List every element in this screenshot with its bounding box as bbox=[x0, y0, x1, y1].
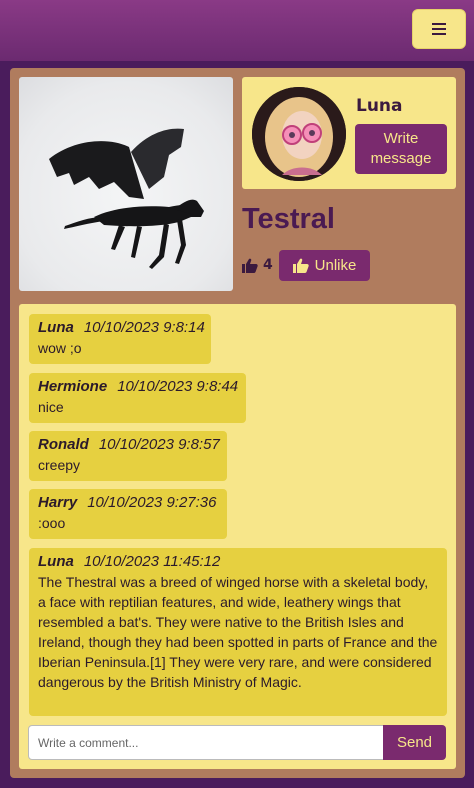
hamburger-icon bbox=[432, 23, 446, 35]
write-message-button[interactable]: Write message bbox=[355, 124, 447, 174]
comment-author[interactable]: Ronald bbox=[38, 436, 89, 453]
comment-author[interactable]: Luna bbox=[38, 553, 74, 570]
comment-item: Luna 10/10/2023 11:45:12 The Thestral was… bbox=[29, 548, 447, 716]
comment-date: 10/10/2023 9:8:14 bbox=[83, 319, 205, 336]
comment-date: 10/10/2023 9:27:36 bbox=[87, 494, 217, 511]
dragon-figure-image bbox=[49, 128, 204, 269]
comment-author[interactable]: Harry bbox=[38, 494, 77, 511]
comment-date: 10/10/2023 9:8:44 bbox=[117, 378, 239, 395]
send-button[interactable]: Send bbox=[383, 725, 446, 760]
comment-item: Luna 10/10/2023 9:8:14 wow ;o bbox=[29, 314, 211, 364]
comment-item: Ronald 10/10/2023 9:8:57 creepy bbox=[29, 431, 227, 481]
comment-date: 10/10/2023 11:45:12 bbox=[83, 553, 221, 570]
menu-toggle-button[interactable] bbox=[412, 9, 466, 49]
top-navbar bbox=[0, 0, 474, 61]
comment-text: nice bbox=[38, 399, 64, 415]
comment-author[interactable]: Luna bbox=[38, 319, 74, 336]
avatar-image bbox=[252, 87, 346, 181]
comment-input[interactable] bbox=[28, 725, 384, 760]
comment-text: :ooo bbox=[38, 515, 66, 531]
author-name[interactable]: Luna bbox=[356, 96, 403, 116]
post-image bbox=[19, 77, 233, 291]
write-message-label-line1: Write bbox=[383, 130, 419, 147]
unlike-button[interactable]: Unlike bbox=[279, 250, 370, 281]
comment-text: creepy bbox=[38, 457, 81, 473]
like-count: 4 bbox=[242, 257, 273, 273]
write-message-label-line2: message bbox=[370, 150, 432, 167]
comment-item: Hermione 10/10/2023 9:8:44 nice bbox=[29, 373, 246, 423]
thumbs-up-icon bbox=[292, 258, 309, 273]
unlike-label: Unlike bbox=[314, 257, 357, 274]
comment-text: wow ;o bbox=[38, 340, 82, 356]
comment-item: Harry 10/10/2023 9:27:36 :ooo bbox=[29, 489, 227, 539]
comment-author[interactable]: Hermione bbox=[38, 378, 107, 395]
post-title: Testral bbox=[242, 203, 335, 235]
thumbs-up-icon bbox=[242, 258, 258, 273]
comment-date: 10/10/2023 9:8:57 bbox=[98, 436, 220, 453]
comment-text: The Thestral was a breed of winged horse… bbox=[38, 574, 438, 690]
like-count-value: 4 bbox=[263, 257, 273, 273]
author-avatar[interactable] bbox=[252, 87, 346, 181]
